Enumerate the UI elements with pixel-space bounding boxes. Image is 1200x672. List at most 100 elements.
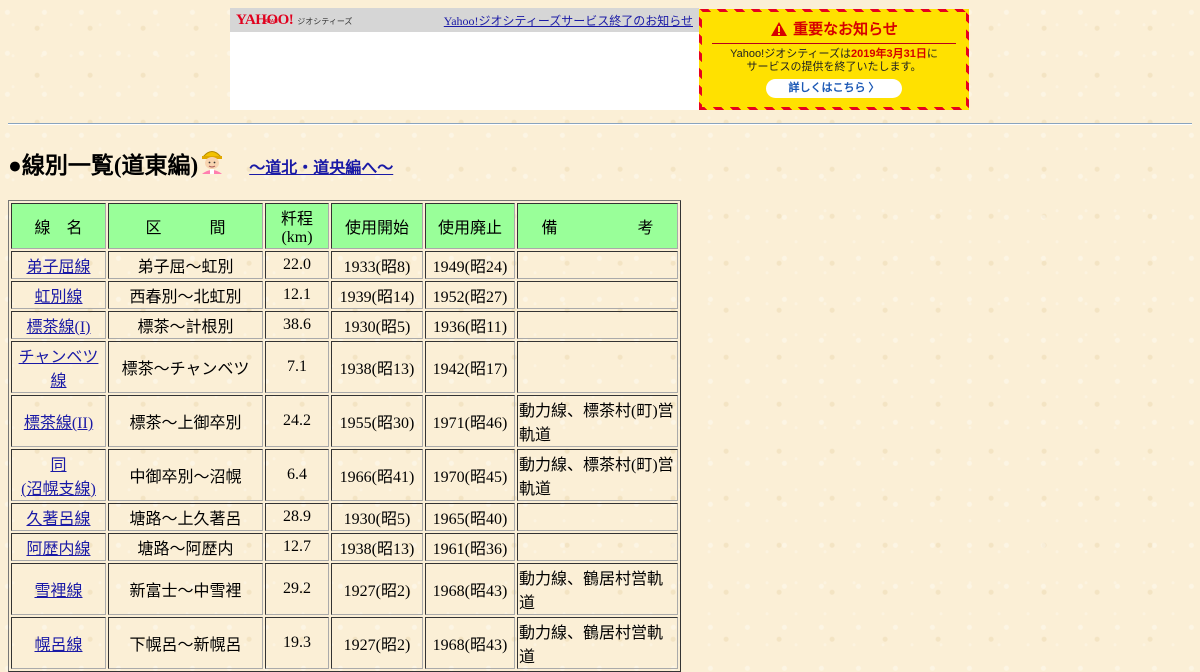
line-link[interactable]: 標茶線(I) [27,319,91,336]
table-row: 久著呂線 塘路～上久著呂 28.9 1930(昭5) 1965(昭40) [11,503,678,531]
note-cell: 動力線、鶴居村営軌道 [517,563,678,615]
section-cell: 下幌呂～新幌呂 [108,617,263,669]
table-row: チャンベツ線 標茶～チャンベツ 7.1 1938(昭13) 1942(昭17) [11,341,678,393]
line-link[interactable]: 久著呂線 [26,511,90,528]
header-section: 区 間 [108,203,263,249]
header-end: 使用廃止 [425,203,515,249]
line-name-cell: 虹別線 [11,281,106,309]
distance-cell: 19.3 [265,617,329,669]
line-name-cell: チャンベツ線 [11,341,106,393]
lines-table: 線 名 区 間 粁程 (km) 使用開始 使用廃止 備 考 弟子屈線 弟子屈～虹… [8,200,681,672]
header-distance: 粁程 (km) [265,203,329,249]
note-cell [517,251,678,279]
distance-cell: 24.2 [265,395,329,447]
line-link[interactable]: 弟子屈線 [26,259,90,276]
end-cell: 1968(昭43) [425,563,515,615]
note-cell [517,503,678,531]
table-wrapper: 線 名 区 間 粁程 (km) 使用開始 使用廃止 備 考 弟子屈線 弟子屈～虹… [8,200,681,672]
nav-link-dohoku-doo[interactable]: ～道北・道央編へ～ [249,154,393,178]
line-link[interactable]: 阿歴内線 [26,541,90,558]
end-cell: 1965(昭40) [425,503,515,531]
line-link[interactable]: 同 (沼幌支線) [21,457,96,498]
section-cell: 新富士～中雪裡 [108,563,263,615]
start-cell: 1938(昭13) [331,533,423,561]
yahoo-banner: YAHOO! JAPAN ジオシティーズ Yahoo!ジオシティーズサービス終了… [230,8,699,110]
line-name-cell: 幌呂線 [11,617,106,669]
end-cell: 1942(昭17) [425,341,515,393]
start-cell: 1939(昭14) [331,281,423,309]
start-cell: 1933(昭8) [331,251,423,279]
notice-body-line2: サービスの提供を終了いたします。 [746,61,922,73]
section-cell: 中御卒別～沼幌 [108,449,263,501]
table-row: 雪裡線 新富士～中雪裡 29.2 1927(昭2) 1968(昭43) 動力線、… [11,563,678,615]
note-cell: 動力線、標茶村(町)営軌道 [517,395,678,447]
header-distance-unit: (km) [281,229,313,246]
header-line-name: 線 名 [11,203,106,249]
line-name-cell: 標茶線(II) [11,395,106,447]
note-cell [517,281,678,309]
table-row: 弟子屈線 弟子屈～虹別 22.0 1933(昭8) 1949(昭24) [11,251,678,279]
heading-row: ●線別一覧(道東編) ～道北・道央編へ～ [8,146,393,180]
line-link[interactable]: 標茶線(II) [24,415,93,432]
end-cell: 1936(昭11) [425,311,515,339]
distance-cell: 22.0 [265,251,329,279]
details-button[interactable]: 詳しくはこちら 〉 [766,79,902,98]
notice-body: Yahoo!ジオシティーズは2019年3月31日に サービスの提供を終了いたしま… [702,48,966,74]
note-cell [517,311,678,339]
notice-title: 重要なお知らせ [793,21,898,38]
end-cell: 1971(昭46) [425,395,515,447]
line-link[interactable]: チャンベツ線 [19,349,99,390]
line-link[interactable]: 幌呂線 [34,637,82,654]
note-cell: 動力線、標茶村(町)営軌道 [517,449,678,501]
table-row: 標茶線(I) 標茶～計根別 38.6 1930(昭5) 1936(昭11) [11,311,678,339]
line-link-text: 同 [50,457,67,474]
distance-cell: 12.7 [265,533,329,561]
section-cell: 標茶～チャンベツ [108,341,263,393]
horizontal-rule [8,123,1192,125]
notice-divider [712,43,956,44]
distance-cell: 6.4 [265,449,329,501]
end-cell: 1952(昭27) [425,281,515,309]
note-cell [517,533,678,561]
construction-worker-icon [202,151,223,174]
line-link-text: チャンベツ [18,349,99,366]
start-cell: 1955(昭30) [331,395,423,447]
line-name-cell: 同 (沼幌支線) [11,449,106,501]
line-name-cell: 弟子屈線 [11,251,106,279]
header-distance-label: 粁程 [280,211,313,228]
yahoo-logo-sub: JAPAN [262,19,278,25]
end-cell: 1968(昭43) [425,617,515,669]
line-name-cell: 阿歴内線 [11,533,106,561]
line-link[interactable]: 雪裡線 [34,583,82,600]
header-start: 使用開始 [331,203,423,249]
start-cell: 1938(昭13) [331,341,423,393]
note-cell: 動力線、鶴居村営軌道 [517,617,678,669]
end-cell: 1949(昭24) [425,251,515,279]
line-name-cell: 久著呂線 [11,503,106,531]
line-link-text-2: (沼幌支線) [21,481,96,498]
start-cell: 1966(昭41) [331,449,423,501]
notice-ad-content: 重要なお知らせ Yahoo!ジオシティーズは2019年3月31日に サービスの提… [702,12,966,107]
section-cell: 塘路～上久著呂 [108,503,263,531]
notice-title-row: 重要なお知らせ [702,12,966,39]
table-row: 阿歴内線 塘路～阿歴内 12.7 1938(昭13) 1961(昭36) [11,533,678,561]
section-cell: 標茶～上御卒別 [108,395,263,447]
end-cell: 1961(昭36) [425,533,515,561]
distance-cell: 7.1 [265,341,329,393]
service-end-notice-link[interactable]: Yahoo!ジオシティーズサービス終了のお知らせ [444,12,693,29]
start-cell: 1930(昭5) [331,311,423,339]
warning-icon [771,21,788,36]
line-link-text-2: 線 [50,373,67,390]
page-title: ●線別一覧(道東編) [8,153,199,178]
yahoo-logo-geo: ジオシティーズ [297,17,353,26]
yahoo-logo[interactable]: YAHOO! JAPAN ジオシティーズ [236,13,353,28]
start-cell: 1927(昭2) [331,617,423,669]
line-link[interactable]: 虹別線 [34,289,82,306]
notice-ad[interactable]: 重要なお知らせ Yahoo!ジオシティーズは2019年3月31日に サービスの提… [699,9,969,110]
line-name-cell: 雪裡線 [11,563,106,615]
notice-date: 2019年3月31日 [851,48,927,60]
section-cell: 西春別～北虹別 [108,281,263,309]
start-cell: 1930(昭5) [331,503,423,531]
table-row: 同 (沼幌支線) 中御卒別～沼幌 6.4 1966(昭41) 1970(昭45) … [11,449,678,501]
table-row: 幌呂線 下幌呂～新幌呂 19.3 1927(昭2) 1968(昭43) 動力線、… [11,617,678,669]
